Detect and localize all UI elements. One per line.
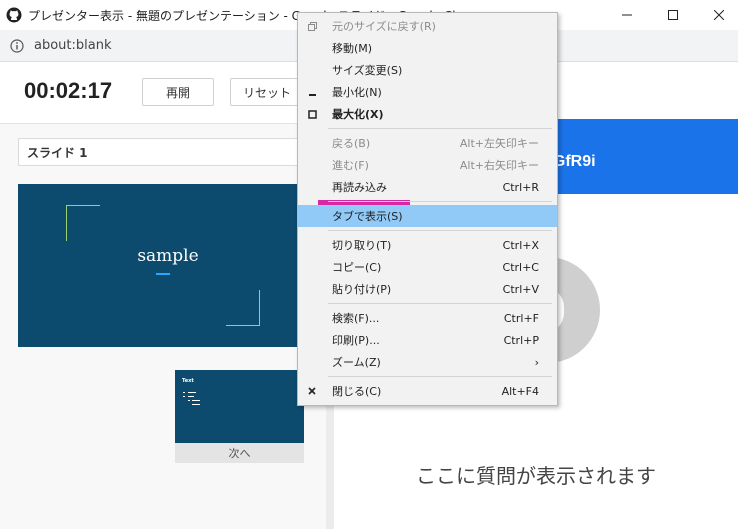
slide-title: sample: [137, 246, 199, 266]
menu-separator: [328, 303, 552, 304]
chevron-right-icon: ›: [534, 355, 539, 369]
presenter-panel: 00:02:17 再開 リセット スライド 1 sample Text 次へ: [0, 62, 326, 529]
menu-item-copy[interactable]: コピー(C) Ctrl+C: [298, 256, 557, 278]
bullet-text-mark: [188, 396, 194, 397]
maximize-icon: [306, 108, 318, 120]
menu-item-close[interactable]: 閉じる(C) Alt+F4: [298, 380, 557, 402]
timer: 00:02:17: [24, 78, 113, 103]
reset-button[interactable]: リセット: [230, 78, 304, 106]
minimize-icon: [622, 14, 632, 16]
close-icon: [714, 10, 724, 20]
menu-item-paste[interactable]: 貼り付け(P) Ctrl+V: [298, 278, 557, 300]
menu-item-restore[interactable]: 元のサイズに戻す(R): [298, 15, 557, 37]
bullet-mark: [183, 392, 185, 393]
next-slide-button[interactable]: 次へ: [175, 443, 304, 463]
bullet-mark: [183, 396, 185, 397]
menu-item-cut[interactable]: 切り取り(T) Ctrl+X: [298, 234, 557, 256]
menu-separator: [328, 201, 552, 202]
menu-item-move[interactable]: 移動(M): [298, 37, 557, 59]
slide-selector[interactable]: スライド 1: [18, 138, 318, 166]
bullet-text-mark: [192, 400, 200, 401]
menu-item-forward[interactable]: 進む(F) Alt+右矢印キー: [298, 154, 557, 176]
bullet-text-mark: [192, 404, 200, 405]
minimize-button[interactable]: [604, 0, 650, 30]
url-text: about:blank: [34, 38, 112, 53]
bullet-text-mark: [188, 392, 196, 393]
menu-item-open-in-tab[interactable]: タブで表示(S): [298, 205, 557, 227]
timer-controls: 00:02:17 再開 リセット: [0, 62, 326, 124]
slide-corner-decoration: [226, 290, 260, 326]
menu-separator: [328, 128, 552, 129]
menu-item-zoom[interactable]: ズーム(Z) ›: [298, 351, 557, 373]
maximize-button[interactable]: [650, 0, 696, 30]
close-button[interactable]: [696, 0, 738, 30]
menu-item-maximize[interactable]: 最大化(X): [298, 103, 557, 125]
menu-item-minimize[interactable]: 最小化(N): [298, 81, 557, 103]
menu-item-resize[interactable]: サイズ変更(S): [298, 59, 557, 81]
resume-button[interactable]: 再開: [142, 78, 214, 106]
info-icon[interactable]: [10, 38, 24, 53]
menu-item-find[interactable]: 検索(F)... Ctrl+F: [298, 307, 557, 329]
minimize-icon: [306, 86, 318, 98]
github-icon: [6, 7, 22, 23]
slide-title-underline: [156, 273, 170, 275]
menu-separator: [328, 230, 552, 231]
close-icon: [306, 385, 318, 397]
menu-separator: [328, 376, 552, 377]
menu-item-print[interactable]: 印刷(P)... Ctrl+P: [298, 329, 557, 351]
menu-item-reload[interactable]: 再読み込み Ctrl+R: [298, 176, 557, 198]
slide-corner-decoration: [66, 205, 100, 241]
window-context-menu: 元のサイズに戻す(R) 移動(M) サイズ変更(S) 最小化(N) 最大化(X)…: [297, 12, 558, 406]
question-placeholder: ここに質問が表示されます: [416, 464, 656, 488]
next-slide-title: Text: [182, 378, 194, 384]
maximize-icon: [668, 10, 678, 20]
bullet-mark: [188, 400, 190, 401]
restore-icon: [306, 20, 318, 32]
current-slide-preview: sample: [18, 184, 318, 347]
next-slide-thumbnail[interactable]: Text: [175, 370, 304, 443]
menu-item-back[interactable]: 戻る(B) Alt+左矢印キー: [298, 132, 557, 154]
